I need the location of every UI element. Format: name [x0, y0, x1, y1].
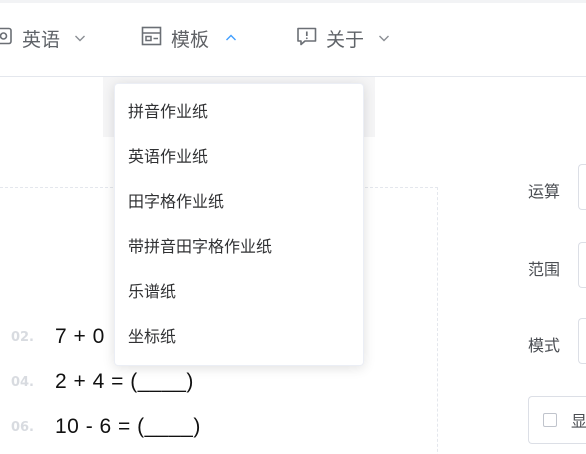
dropdown-item-pinyin-tianzige-paper[interactable]: 带拼音田字格作业纸 [115, 224, 363, 269]
question-number: 04. [10, 374, 34, 390]
checkbox-label: 显 [571, 412, 586, 431]
question-number: 02. [10, 329, 34, 345]
question-number: 06. [10, 419, 34, 435]
nav-template-label: 模板 [171, 28, 210, 51]
top-nav-bar: 英语 模板 关于 [0, 0, 586, 77]
nav-language[interactable]: 英语 [0, 24, 86, 52]
nav-template[interactable]: 模板 [141, 24, 237, 52]
template-icon [141, 26, 163, 51]
operation-label: 运算 [528, 182, 561, 201]
question-expression: 7 + 0 [55, 325, 105, 348]
show-checkbox[interactable]: 显 [528, 396, 586, 444]
nav-language-label: 英语 [22, 28, 61, 51]
dropdown-item-english-paper[interactable]: 英语作业纸 [115, 134, 363, 179]
translate-icon [0, 26, 14, 51]
chevron-down-icon [74, 27, 86, 49]
question-expression: 2 + 4 = (____) [55, 370, 194, 393]
top-edge [0, 0, 586, 3]
question-expression: 10 - 6 = (____) [55, 415, 201, 438]
dropdown-item-pinyin-paper[interactable]: 拼音作业纸 [115, 89, 363, 134]
dropdown-item-music-paper[interactable]: 乐谱纸 [115, 269, 363, 314]
operation-select[interactable] [578, 164, 586, 210]
template-dropdown-menu: 拼音作业纸 英语作业纸 田字格作业纸 带拼音田字格作业纸 乐谱纸 坐标纸 [114, 83, 364, 366]
checkbox-square[interactable] [543, 413, 557, 427]
chevron-up-icon [225, 27, 237, 49]
range-label: 范围 [528, 260, 561, 279]
question-row: 06. 10 - 6 = (____) [0, 412, 201, 442]
range-input[interactable] [578, 242, 586, 288]
nav-about[interactable]: 关于 [296, 24, 390, 52]
question-row: 04. 2 + 4 = (____) [0, 367, 194, 397]
dropdown-item-grid-paper[interactable]: 坐标纸 [115, 314, 363, 359]
nav-about-label: 关于 [326, 28, 365, 51]
dropdown-item-tianzige-paper[interactable]: 田字格作业纸 [115, 179, 363, 224]
about-icon [296, 26, 318, 51]
question-row: 02. 7 + 0 [0, 322, 105, 352]
chevron-down-icon [378, 27, 390, 49]
mode-select[interactable] [578, 318, 586, 364]
mode-label: 模式 [528, 336, 561, 355]
